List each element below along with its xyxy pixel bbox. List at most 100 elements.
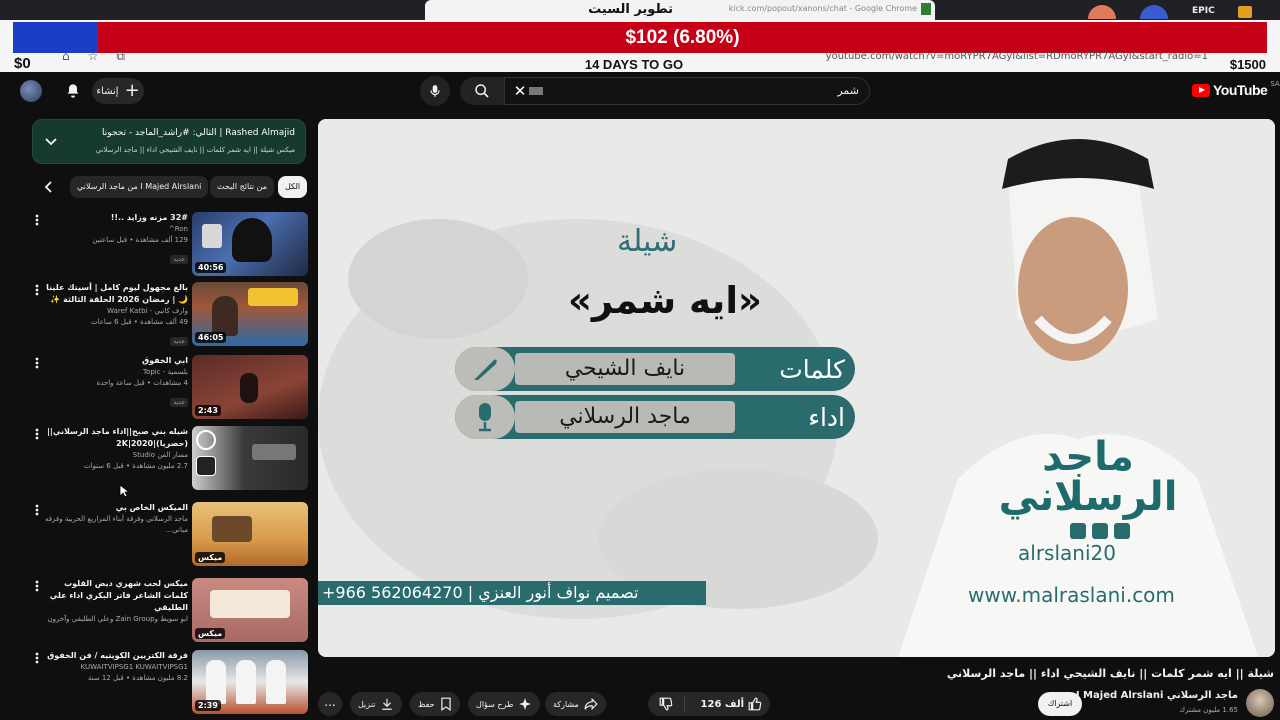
mix-playlist-header[interactable]: التالي: #راشد_الماجد - تحجونا | Rashed A… xyxy=(32,119,306,164)
video-thumbnail[interactable]: 2:39 xyxy=(192,650,308,714)
video-thumbnail[interactable] xyxy=(192,426,308,490)
brand-website: www.malraslani.com xyxy=(968,583,1175,607)
video-thumbnail[interactable]: 2:43 xyxy=(192,355,308,419)
search-input[interactable]: ✕ شمر xyxy=(504,77,870,105)
poster-label: شيلة xyxy=(617,224,678,259)
list-item[interactable]: 32# مزنه وزايد ..!! Ron^ 129 ألف مشاهدة … xyxy=(30,212,308,280)
more-vertical-icon[interactable] xyxy=(32,578,42,594)
thumbnail-figure xyxy=(232,218,272,262)
list-item[interactable]: ابي الخفوق بلسمية - Topic 4 مشاهدات • قب… xyxy=(30,355,308,423)
channel-name: بلسمية - Topic xyxy=(142,368,188,376)
chrome-window-icon xyxy=(921,3,931,15)
more-vertical-icon[interactable] xyxy=(32,212,42,228)
video-info: بالغ مجهول ليوم كامل | أسيتك علينا 🌙 | ر… xyxy=(44,282,188,347)
more-vertical-icon[interactable] xyxy=(32,650,42,666)
video-player[interactable]: شيلة «ايه شمر» نايف الشيحي كلمات ماجد ال… xyxy=(318,119,1275,657)
thumbnail-figure xyxy=(212,516,252,542)
clear-search-icon[interactable]: ✕ xyxy=(509,80,531,102)
list-item[interactable]: ميكس لحب شهري ديض القلوب كلمات الشاعر فا… xyxy=(30,578,308,646)
create-label: إنشاء xyxy=(96,85,119,97)
lyrics-tag: كلمات xyxy=(779,355,845,384)
ask-label: طرح سؤال xyxy=(476,699,514,709)
video-title: الميكس الخاص بي xyxy=(115,503,188,512)
sparkle-icon xyxy=(519,698,532,710)
video-duration: 2:39 xyxy=(195,700,221,711)
video-title: ميكس لحب شهري ديض القلوب كلمات الشاعر فا… xyxy=(49,579,188,612)
thumbnail-logo xyxy=(252,444,296,460)
notifications-button[interactable] xyxy=(62,80,84,102)
thumbs-down-icon xyxy=(659,697,673,711)
text-selection xyxy=(529,87,543,95)
performer-credit: ماجد الرسلاني اداء xyxy=(455,395,855,439)
chip-from-search[interactable]: من نتائج البحث xyxy=(210,176,275,198)
search-icon xyxy=(475,84,489,98)
more-vertical-icon[interactable] xyxy=(32,502,42,518)
thumbnail-figure xyxy=(206,660,226,704)
more-vertical-icon[interactable] xyxy=(32,282,42,298)
address-bar-url: youtube.com/watch?v=moRYPR7AGyI&list=RDm… xyxy=(825,51,1208,62)
country-code: SA xyxy=(1270,80,1280,88)
video-thumbnail[interactable]: 40:56 xyxy=(192,212,308,276)
goal-progress-bar: $102 (6.80%) xyxy=(98,22,1267,53)
quill-icon xyxy=(455,347,515,391)
list-item[interactable]: بالغ مجهول ليوم كامل | أسيتك علينا 🌙 | ر… xyxy=(30,282,308,350)
brand-name: ماجد الرسلاني xyxy=(998,434,1178,520)
mix-badge: ميكس xyxy=(195,628,226,639)
clock-icon xyxy=(196,430,216,450)
ask-button[interactable]: طرح سؤال xyxy=(468,692,541,716)
create-button[interactable]: إنشاء + xyxy=(92,78,144,104)
chevron-left-icon[interactable] xyxy=(40,179,56,195)
video-thumbnail[interactable]: ميكس xyxy=(192,578,308,642)
chevron-down-icon[interactable] xyxy=(43,134,59,150)
video-thumbnail[interactable]: ميكس xyxy=(192,502,308,566)
video-title: بالغ مجهول ليوم كامل | أسيتك علينا 🌙 | ر… xyxy=(46,283,188,304)
video-info: ميكس لحب شهري ديض القلوب كلمات الشاعر فا… xyxy=(44,578,188,625)
subscribe-button[interactable]: اشتراك xyxy=(1038,692,1082,716)
more-actions-button[interactable]: ... xyxy=(318,692,342,716)
like-button[interactable]: 126 ألف xyxy=(701,692,762,716)
designer-band: +966 562064270 | تصميم نواف أنور العنزي xyxy=(318,581,706,605)
channel-name: Ron^ xyxy=(168,225,188,233)
browser-tab-url: kick.com/popout/xanons/chat - Google Chr… xyxy=(728,4,917,13)
youtube-logo[interactable]: YouTube SA xyxy=(1192,80,1280,98)
thumbnail-figure xyxy=(266,660,286,704)
chip-all[interactable]: الكل xyxy=(278,176,308,198)
voice-search-button[interactable] xyxy=(420,76,450,106)
playlist-next-label: التالي: #راشد_الماجد - تحجونا | Rashed A… xyxy=(102,128,295,138)
twitter-icon xyxy=(1114,523,1130,539)
badge-icon xyxy=(1238,6,1252,18)
playlist-current-label: ميكس شيلة || ايه شمر كلمات || نايف الشيح… xyxy=(95,146,295,154)
share-button[interactable]: مشاركة xyxy=(545,692,606,716)
chip-from-channel[interactable]: من ماجد الرسلاني I Majed Alrslani xyxy=(70,176,209,198)
thumbnail-figure xyxy=(212,296,238,336)
stream-overlay: تطوير السيت kick.com/popout/xanons/chat … xyxy=(0,0,1280,72)
search-button[interactable] xyxy=(460,77,504,105)
channel-avatar[interactable] xyxy=(1246,689,1274,717)
video-thumbnail[interactable]: 46:05 xyxy=(192,282,308,346)
list-item[interactable]: شيله بني صبح||اداء ماجد الرسلاني|| (حصري… xyxy=(30,426,308,494)
browser-tab[interactable]: تطوير السيت kick.com/popout/xanons/chat … xyxy=(425,0,935,20)
search-query: شمر xyxy=(837,84,859,97)
plus-icon: + xyxy=(124,80,140,101)
subscriber-count: 1.65 مليون مشترك xyxy=(1179,706,1238,714)
save-button[interactable]: حفظ xyxy=(410,692,460,716)
new-badge: جديد xyxy=(170,398,188,407)
download-button[interactable]: تنزيل xyxy=(350,692,403,716)
channel-name: KUWAITVIPSG1 KUWAITVIPSG1 xyxy=(80,663,188,671)
performer-name: ماجد الرسلاني xyxy=(515,401,735,433)
list-item[interactable]: فرقة الكتزيين الكويتيه / فن الخفوق KUWAI… xyxy=(30,650,308,718)
snapchat-icon xyxy=(1070,523,1086,539)
more-vertical-icon[interactable] xyxy=(32,355,42,371)
lyrics-credit: نايف الشيحي كلمات xyxy=(455,347,855,391)
dislike-button[interactable] xyxy=(658,696,674,712)
more-vertical-icon[interactable] xyxy=(32,426,42,442)
social-icons xyxy=(1070,523,1130,539)
download-icon xyxy=(382,698,393,710)
list-item[interactable]: الميكس الخاص بي ماجد الرسلاني وفرقة أبنا… xyxy=(30,502,308,570)
video-info: ابي الخفوق بلسمية - Topic 4 مشاهدات • قب… xyxy=(44,355,188,408)
account-avatar[interactable] xyxy=(20,80,42,102)
youtube-play-icon xyxy=(1192,83,1210,97)
video-meta: 4 مشاهدات • قبل ساعة واحدة xyxy=(96,379,188,387)
channel-name-main[interactable]: ماجد الرسلاني I Majed Alrslani xyxy=(1076,690,1238,701)
youtube-header: إنشاء + ✕ شمر YouTube SA xyxy=(0,72,1280,114)
